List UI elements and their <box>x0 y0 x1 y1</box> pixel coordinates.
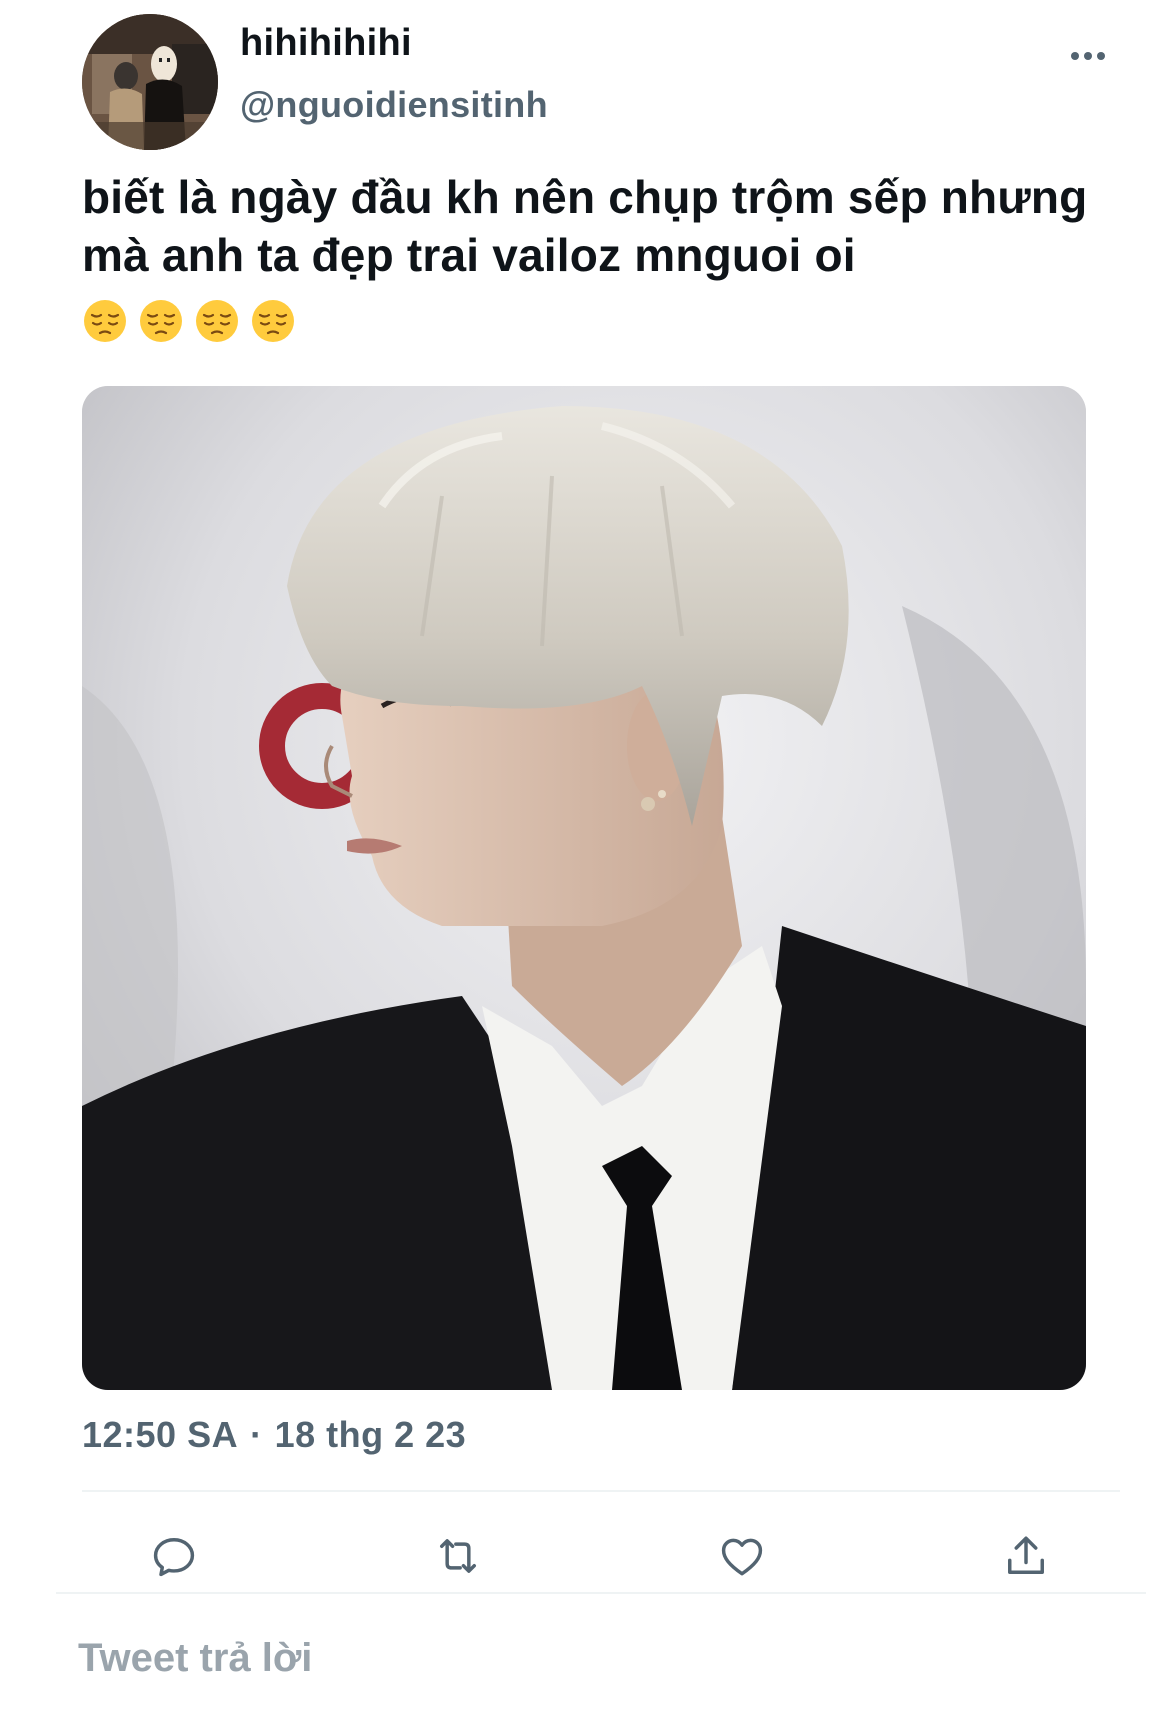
display-name[interactable]: hihihihihi <box>240 22 412 65</box>
divider <box>56 1592 1146 1594</box>
divider <box>82 1490 1120 1492</box>
tweet-media-photo[interactable] <box>82 386 1086 1390</box>
tweet-timestamp[interactable]: 12:50 SA · 18 thg 2 23 <box>82 1414 466 1456</box>
pensive-face-emoji <box>252 300 294 342</box>
heart-icon <box>721 1538 763 1576</box>
share-button[interactable] <box>998 1528 1054 1584</box>
tweet-detail-page: hihihihihi @nguoidiensitinh biết là ngày… <box>0 0 1175 1717</box>
pensive-face-emoji <box>196 300 238 342</box>
photo-image <box>82 386 1086 1390</box>
like-button[interactable] <box>714 1528 770 1584</box>
timestamp-separator: · <box>250 1414 263 1455</box>
retweet-icon <box>440 1539 476 1573</box>
more-options-button[interactable] <box>1060 38 1116 74</box>
avatar-image <box>82 14 218 150</box>
emoji-row <box>82 298 296 344</box>
reply-composer-input[interactable] <box>78 1628 1078 1688</box>
more-horizontal-icon <box>1071 52 1105 60</box>
pensive-face-emoji <box>140 300 182 342</box>
avatar[interactable] <box>82 14 218 150</box>
tweet-text: biết là ngày đầu kh nên chụp trộm sếp nh… <box>82 171 1088 281</box>
share-icon <box>1008 1536 1044 1574</box>
pensive-face-emoji <box>84 300 126 342</box>
user-handle[interactable]: @nguoidiensitinh <box>240 84 548 126</box>
tweet-time: 12:50 SA <box>82 1414 239 1455</box>
retweet-button[interactable] <box>430 1528 486 1584</box>
reply-button[interactable] <box>146 1528 202 1584</box>
reply-icon <box>153 1538 195 1577</box>
tweet-date: 18 thg 2 23 <box>274 1414 467 1455</box>
